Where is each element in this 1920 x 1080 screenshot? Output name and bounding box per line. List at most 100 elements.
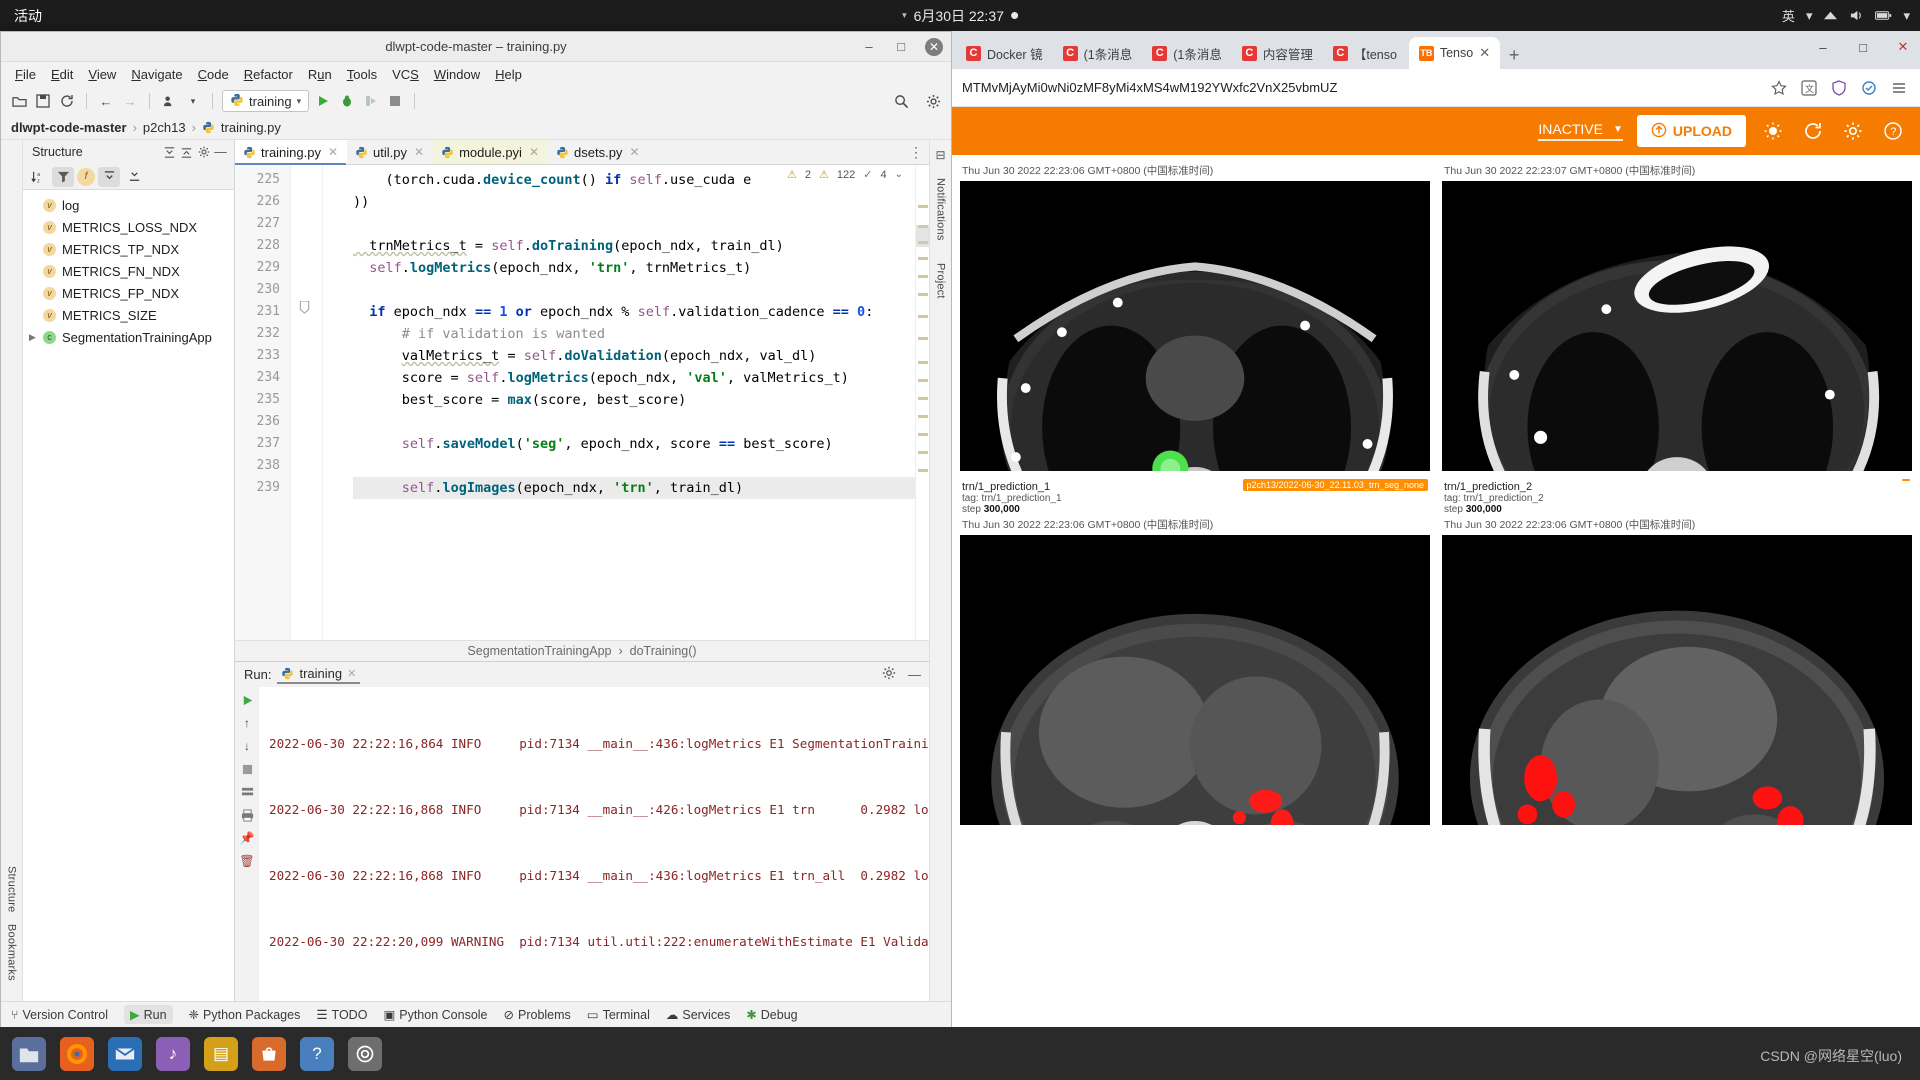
inspection-widget[interactable]: ⚠ 2 ⚠ 122 ✓ 4 ⌄ (783, 167, 907, 182)
image-card[interactable]: Thu Jun 30 2022 22:23:07 GMT+0800 (中国标准时… (1442, 161, 1912, 471)
tool-tab-problems[interactable]: ⊘ Problems (504, 1007, 571, 1022)
arrow-right-icon[interactable]: → (120, 91, 140, 111)
tab-module-pyi[interactable]: module.pyi ✕ (433, 140, 548, 164)
battery-icon[interactable] (1875, 10, 1892, 21)
address-bar[interactable]: MTMvMjAyMi0wNi0zMF8yMi4xMS4wM192YWxfc2Vn… (962, 75, 1760, 101)
refresh-icon[interactable] (57, 91, 77, 111)
plus-icon[interactable]: + (1500, 41, 1528, 69)
tensorboard-images-panel[interactable]: Thu Jun 30 2022 22:23:06 GMT+0800 (中国标准时… (952, 155, 1920, 1028)
chevron-down-icon[interactable]: ⌄ (895, 169, 903, 180)
rerun-icon[interactable] (238, 691, 256, 709)
hide-icon[interactable]: — (908, 667, 921, 682)
arrow-left-icon[interactable]: ← (96, 91, 116, 111)
pin-icon[interactable]: 📌 (238, 829, 256, 847)
clock-menu[interactable]: ▾ 6月30日 22:37 (902, 6, 1018, 26)
structure-item-metrics-fp-ndx[interactable]: v METRICS_FP_NDX (23, 282, 234, 304)
breadcrumb-file[interactable]: training.py (221, 120, 281, 135)
browser-tab-content-mgmt[interactable]: C 内容管理 (1232, 37, 1323, 69)
expand-icon[interactable] (161, 144, 178, 161)
settings-gear-icon[interactable] (1840, 118, 1866, 144)
close-icon[interactable]: ✕ (529, 145, 539, 159)
breadcrumb-method[interactable]: doTraining() (630, 644, 697, 658)
minimize-button[interactable]: – (861, 39, 877, 55)
input-method-label[interactable]: 英 (1782, 6, 1795, 25)
browser-tab-tenso-article[interactable]: C 【tenso (1323, 37, 1409, 69)
structure-item-metrics-loss-ndx[interactable]: v METRICS_LOSS_NDX (23, 216, 234, 238)
code-fold-icon[interactable] (299, 301, 310, 314)
refresh-icon[interactable] (1800, 118, 1826, 144)
tool-tab-debug[interactable]: ✱ Debug (746, 1007, 797, 1022)
tool-tab-python-packages[interactable]: ❈ Python Packages (189, 1007, 301, 1022)
maximize-button[interactable]: □ (1852, 36, 1874, 58)
tool-tab-services[interactable]: ☁ Services (666, 1007, 730, 1022)
network-icon[interactable] (1823, 9, 1838, 22)
libreoffice-icon[interactable]: ▤ (204, 1037, 238, 1071)
menu-icon[interactable] (1888, 77, 1910, 99)
close-button[interactable]: ✕ (1892, 36, 1914, 58)
run-icon[interactable] (313, 91, 333, 111)
save-icon[interactable] (33, 91, 53, 111)
ct-scan-image[interactable] (960, 535, 1430, 825)
search-icon[interactable] (891, 91, 911, 111)
sidebar-item-bookmarks[interactable]: Bookmarks (6, 918, 18, 987)
ct-scan-image[interactable] (960, 181, 1430, 471)
menu-view[interactable]: View (81, 65, 123, 84)
hide-icon[interactable]: — (212, 144, 229, 161)
stop-icon[interactable] (385, 91, 405, 111)
chevron-right-icon[interactable]: ▶ (29, 332, 36, 343)
folder-open-icon[interactable] (9, 91, 29, 111)
close-icon[interactable]: ✕ (347, 667, 356, 680)
more-options-icon[interactable]: ⋮ (909, 144, 923, 161)
collapse-icon[interactable] (178, 144, 195, 161)
browser-tab-message-1[interactable]: C (1条消息 (1053, 37, 1143, 69)
tensorboard-status-dropdown[interactable]: INACTIVE ▼ (1538, 121, 1622, 141)
structure-item-segmentationtrainingapp[interactable]: ▶ c SegmentationTrainingApp (23, 326, 234, 348)
sidebar-item-structure[interactable]: Structure (6, 860, 18, 918)
fold-gutter[interactable] (291, 165, 323, 640)
sidebar-item-notifications[interactable]: Notifications (935, 172, 947, 247)
gear-icon[interactable] (882, 666, 896, 683)
close-button[interactable]: ✕ (925, 38, 943, 56)
run-tab-training[interactable]: training ✕ (281, 666, 356, 684)
menu-code[interactable]: Code (191, 65, 236, 84)
error-stripe[interactable] (915, 165, 929, 640)
settings-icon[interactable] (348, 1037, 382, 1071)
files-icon[interactable] (12, 1037, 46, 1071)
close-icon[interactable]: ✕ (629, 145, 639, 159)
menu-tools[interactable]: Tools (340, 65, 384, 84)
hide-all-icon[interactable]: ⊟ (935, 148, 945, 162)
wrap-icon[interactable] (238, 783, 256, 801)
close-icon[interactable]: ✕ (1479, 45, 1490, 61)
tabbar-options[interactable]: ⋮ (909, 140, 923, 164)
fields-icon[interactable]: f (77, 168, 95, 186)
chevron-down-icon[interactable]: ▾ (183, 91, 203, 111)
structure-item-metrics-fn-ndx[interactable]: v METRICS_FN_NDX (23, 260, 234, 282)
close-icon[interactable]: ✕ (414, 145, 424, 159)
tab-training-py[interactable]: training.py ✕ (235, 140, 347, 164)
trash-icon[interactable]: 🗑 (238, 852, 256, 870)
volume-icon[interactable] (1849, 9, 1864, 22)
menu-refactor[interactable]: Refactor (237, 65, 300, 84)
run-log-output[interactable]: 2022-06-30 22:22:16,864 INFO pid:7134 __… (259, 687, 929, 1001)
help-icon[interactable]: ? (1880, 118, 1906, 144)
structure-item-metrics-tp-ndx[interactable]: v METRICS_TP_NDX (23, 238, 234, 260)
collapse-all-icon[interactable] (123, 167, 145, 187)
filter-icon[interactable] (52, 167, 74, 187)
menu-file[interactable]: File (8, 65, 43, 84)
run-configuration-selector[interactable]: training ▾ (222, 90, 309, 112)
menu-edit[interactable]: Edit (44, 65, 80, 84)
expand-all-icon[interactable] (98, 167, 120, 187)
breadcrumb-class[interactable]: SegmentationTrainingApp (467, 644, 611, 658)
activities-button[interactable]: 活动 (0, 6, 56, 26)
bookmark-star-icon[interactable] (1768, 77, 1790, 99)
image-card[interactable]: trn/1_prediction_2 tag: trn/1_prediction… (1442, 477, 1912, 825)
tool-tab-terminal[interactable]: ▭ Terminal (587, 1007, 650, 1022)
scroll-down-icon[interactable]: ↓ (238, 737, 256, 755)
image-card[interactable]: Thu Jun 30 2022 22:23:06 GMT+0800 (中国标准时… (960, 161, 1430, 471)
power-menu-icon[interactable]: ▾ (1903, 8, 1910, 24)
dark-mode-icon[interactable] (1760, 118, 1786, 144)
translate-icon[interactable]: 文 (1798, 77, 1820, 99)
coverage-icon[interactable] (361, 91, 381, 111)
structure-item-metrics-size[interactable]: v METRICS_SIZE (23, 304, 234, 326)
print-icon[interactable] (238, 806, 256, 824)
